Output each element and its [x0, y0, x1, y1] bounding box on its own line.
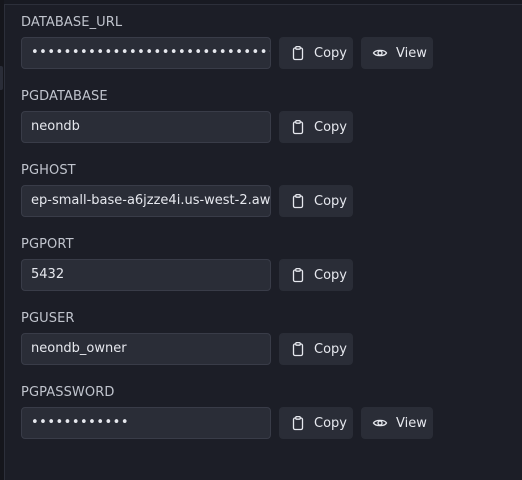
- env-var-value-field[interactable]: ep-small-base-a6jzze4i.us-west-2.aws.neo…: [21, 185, 271, 217]
- copy-button-label: Copy: [314, 267, 347, 283]
- view-button-label: View: [396, 45, 427, 61]
- env-var-pgdatabase: PGDATABASE neondb Copy: [21, 89, 521, 163]
- eye-icon: [372, 415, 388, 431]
- env-var-pgpassword: PGPASSWORD •••••••••••• Copy View: [21, 385, 521, 459]
- clipboard-icon: [290, 341, 306, 357]
- copy-button[interactable]: Copy: [279, 37, 353, 69]
- clipboard-icon: [290, 193, 306, 209]
- env-var-label: PGHOST: [21, 163, 76, 178]
- resize-handle[interactable]: [0, 66, 3, 90]
- copy-button[interactable]: Copy: [279, 407, 353, 439]
- env-var-value-field[interactable]: ••••••••••••: [21, 407, 271, 439]
- view-button[interactable]: View: [361, 407, 433, 439]
- env-var-value-field[interactable]: ••••••••••••••••••••••••••••••••••••••••…: [21, 37, 271, 69]
- env-var-label: PGDATABASE: [21, 89, 108, 104]
- env-var-label: PGPORT: [21, 237, 74, 252]
- copy-button-label: Copy: [314, 119, 347, 135]
- env-var-label: DATABASE_URL: [21, 15, 123, 30]
- env-variables-panel: DATABASE_URL •••••••••••••••••••••••••••…: [4, 4, 522, 480]
- copy-button[interactable]: Copy: [279, 185, 353, 217]
- copy-button-label: Copy: [314, 415, 347, 431]
- env-var-pgport: PGPORT 5432 Copy: [21, 237, 521, 311]
- env-var-label: PGUSER: [21, 311, 75, 326]
- env-var-value-field[interactable]: neondb: [21, 111, 271, 143]
- env-var-value-field[interactable]: neondb_owner: [21, 333, 271, 365]
- clipboard-icon: [290, 45, 306, 61]
- view-button-label: View: [396, 415, 427, 431]
- clipboard-icon: [290, 267, 306, 283]
- env-var-database-url: DATABASE_URL •••••••••••••••••••••••••••…: [21, 15, 521, 89]
- clipboard-icon: [290, 415, 306, 431]
- view-button[interactable]: View: [361, 37, 433, 69]
- env-var-pguser: PGUSER neondb_owner Copy: [21, 311, 521, 385]
- eye-icon: [372, 45, 388, 61]
- clipboard-icon: [290, 119, 306, 135]
- copy-button-label: Copy: [314, 193, 347, 209]
- copy-button[interactable]: Copy: [279, 259, 353, 291]
- env-var-pghost: PGHOST ep-small-base-a6jzze4i.us-west-2.…: [21, 163, 521, 237]
- env-var-value-field[interactable]: 5432: [21, 259, 271, 291]
- copy-button-label: Copy: [314, 45, 347, 61]
- copy-button[interactable]: Copy: [279, 333, 353, 365]
- copy-button-label: Copy: [314, 341, 347, 357]
- copy-button[interactable]: Copy: [279, 111, 353, 143]
- env-var-label: PGPASSWORD: [21, 385, 115, 400]
